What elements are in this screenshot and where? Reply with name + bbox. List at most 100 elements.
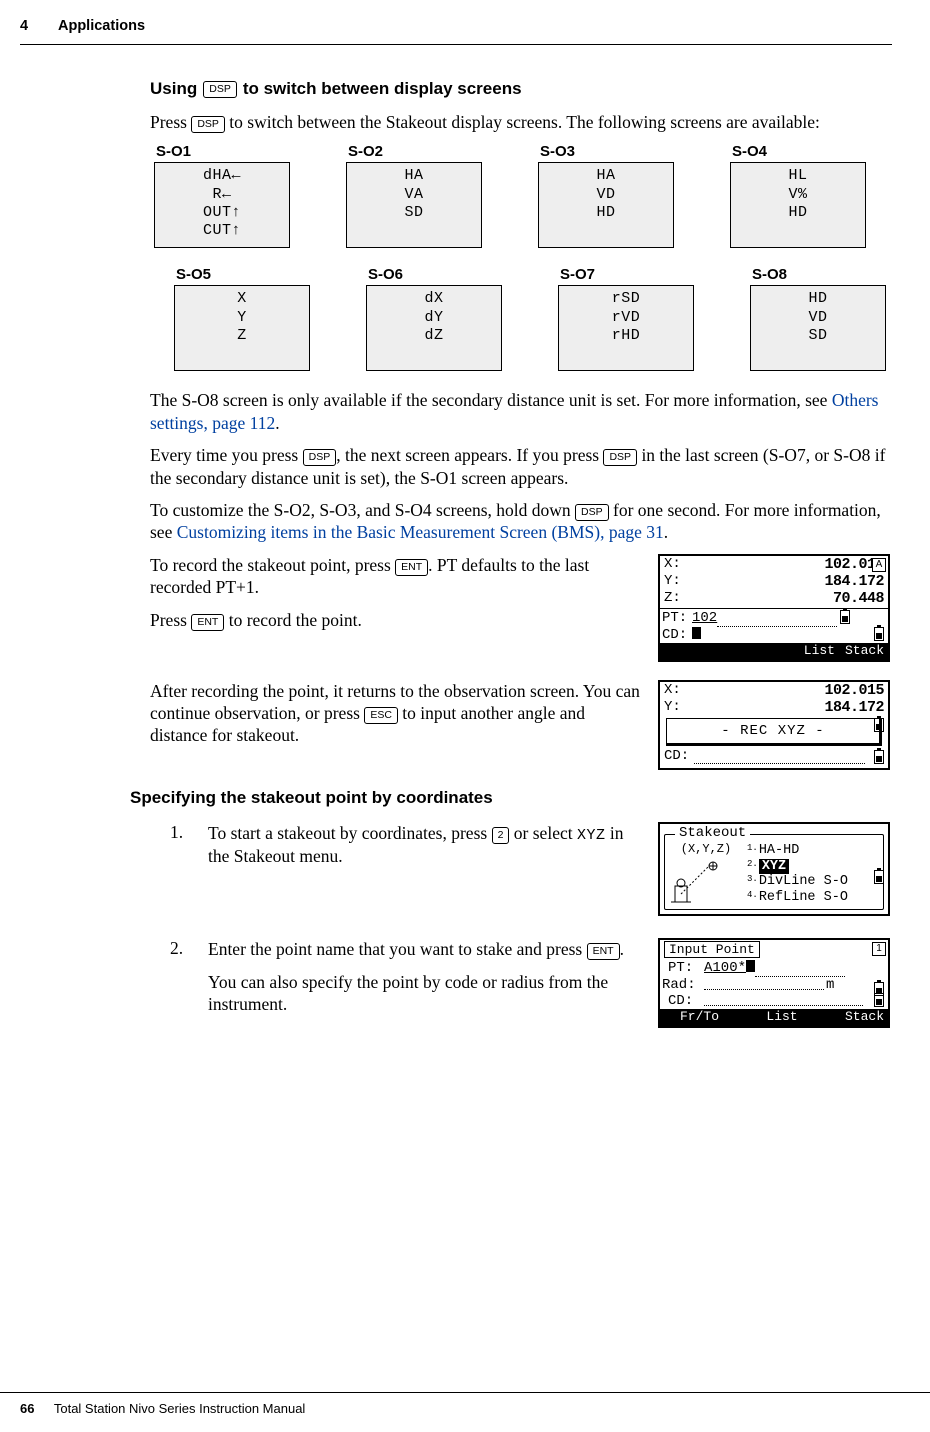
dsp-key-icon: DSP — [603, 449, 637, 466]
menu-item-divline: 3.DivLine S-O — [747, 874, 879, 890]
battery-icon — [874, 750, 884, 764]
display-screens-row-1: S-O1 dHA← R← OUT↑ CUT↑ S-O2 HA VA SD S-O… — [154, 143, 890, 248]
cd-label: CD: — [662, 627, 692, 643]
screen-label: S-O1 — [154, 143, 290, 160]
screen-line: dHA← — [163, 167, 281, 185]
cd-value — [692, 627, 701, 643]
stakeout-diagram-icon — [669, 856, 739, 904]
cd-input-field — [694, 751, 865, 764]
rad-input-field — [704, 977, 824, 990]
pt-value: 102 — [692, 610, 837, 626]
page-header: 4 Applications — [20, 18, 892, 45]
screen-line: HD — [759, 290, 877, 308]
display-screens-row-2: S-O5 X Y Z S-O6 dX dY dZ S-O7 rSD — [174, 266, 890, 371]
screen-line: R← — [163, 186, 281, 204]
dsp-key-icon: DSP — [203, 81, 237, 98]
text: to switch between the Stakeout display s… — [225, 112, 820, 132]
screen-label: S-O8 — [750, 266, 886, 283]
screen-line: V% — [739, 186, 857, 204]
text: Press — [150, 610, 191, 630]
screen-so4: S-O4 HL V% HD — [730, 143, 866, 248]
every-time-paragraph: Every time you press DSP, the next scree… — [150, 444, 890, 489]
x-value: 102.015 — [694, 556, 884, 573]
text: To record the stakeout point, press — [150, 555, 395, 575]
section-heading-dsp: Using DSP to switch between display scre… — [150, 79, 890, 99]
xyz-mono: XYZ — [577, 827, 606, 844]
softkey-stack: Stack — [845, 644, 884, 659]
step1-paragraph: To start a stakeout by coordinates, pres… — [208, 822, 644, 868]
screen-line: VD — [759, 309, 877, 327]
battery-icon — [874, 870, 884, 884]
cursor-icon — [746, 960, 755, 972]
rad-label: Rad: — [662, 977, 704, 993]
screen-line: SD — [759, 327, 877, 345]
screen-box: HL V% HD — [730, 162, 866, 248]
screen-line: rSD — [567, 290, 685, 308]
ent-key-icon: ENT — [191, 614, 224, 631]
text: . — [275, 413, 279, 433]
press-ent-paragraph: Press ENT to record the point. — [150, 609, 644, 631]
screen-label: S-O2 — [346, 143, 482, 160]
screen-label: S-O6 — [366, 266, 502, 283]
screen-so7: S-O7 rSD rVD rHD — [558, 266, 694, 371]
manual-title: Total Station Nivo Series Instruction Ma… — [54, 1401, 305, 1416]
step-number: 2. — [170, 938, 192, 1027]
screen-line: X — [183, 290, 301, 308]
mode-badge: A — [872, 558, 886, 572]
section-heading-coords: Specifying the stakeout point by coordin… — [130, 788, 890, 808]
screen-box: dHA← R← OUT↑ CUT↑ — [154, 162, 290, 248]
softkey-list: List — [766, 1010, 797, 1025]
screen-line: Y — [183, 309, 301, 327]
screen-line: dX — [375, 290, 493, 308]
pt-input-field — [755, 964, 845, 977]
chapter-title: Applications — [58, 18, 145, 34]
lcd-stakeout-menu: Stakeout (X,Y,Z) — [658, 822, 890, 916]
ent-key-icon: ENT — [395, 559, 428, 576]
battery-icon — [840, 610, 850, 624]
screen-label: S-O4 — [730, 143, 866, 160]
screen-line: HA — [355, 167, 473, 185]
page-number: 66 — [20, 1401, 34, 1416]
bms-link[interactable]: Customizing items in the Basic Measureme… — [177, 522, 664, 542]
pt-input-field — [717, 614, 837, 627]
heading-text-post: to switch between display screens — [243, 79, 522, 99]
screen-box: HA VA SD — [346, 162, 482, 248]
text: . — [664, 522, 668, 542]
y-label: Y: — [664, 573, 694, 590]
page-badge: 1 — [872, 942, 886, 956]
y-label: Y: — [664, 699, 694, 716]
pt-value-text: 102 — [692, 610, 717, 626]
dsp-key-icon: DSP — [575, 504, 609, 521]
step2-paragraph-2: You can also specify the point by code o… — [208, 971, 644, 1016]
softkey-frto: Fr/To — [680, 1010, 719, 1025]
ent-key-icon: ENT — [587, 943, 620, 960]
screen-line: HL — [739, 167, 857, 185]
intro-paragraph: Press DSP to switch between the Stakeout… — [150, 111, 890, 133]
screen-so2: S-O2 HA VA SD — [346, 143, 482, 248]
text: . — [620, 939, 624, 959]
z-value: 70.448 — [694, 590, 884, 607]
heading-text-pre: Using — [150, 79, 197, 99]
screen-line: VA — [355, 186, 473, 204]
z-label: Z: — [664, 590, 694, 607]
cd-input-field — [704, 993, 863, 1006]
after-record-paragraph: After recording the point, it returns to… — [150, 680, 644, 747]
lcd-rec-xyz: X:102.015 Y:184.172 - REC XYZ - CD: — [658, 680, 890, 771]
cd-label: CD: — [668, 993, 704, 1009]
screen-line: VD — [547, 186, 665, 204]
text: , the next screen appears. If you press — [336, 445, 603, 465]
pt-label: PT: — [662, 610, 692, 626]
so8-note: The S-O8 screen is only available if the… — [150, 389, 890, 434]
screen-line: CUT↑ — [163, 222, 281, 240]
y-value: 184.172 — [694, 573, 884, 590]
cd-label: CD: — [664, 748, 694, 764]
customize-paragraph: To customize the S-O2, S-O3, and S-O4 sc… — [150, 499, 890, 544]
menu-diagram: (X,Y,Z) — [669, 843, 743, 904]
screen-line: Z — [183, 327, 301, 345]
screen-so6: S-O6 dX dY dZ — [366, 266, 502, 371]
text: To customize the S-O2, S-O3, and S-O4 sc… — [150, 500, 575, 520]
screen-line: rHD — [567, 327, 685, 345]
step2-paragraph-1: Enter the point name that you want to st… — [208, 938, 644, 960]
screen-line: SD — [355, 204, 473, 222]
screen-line: rVD — [567, 309, 685, 327]
